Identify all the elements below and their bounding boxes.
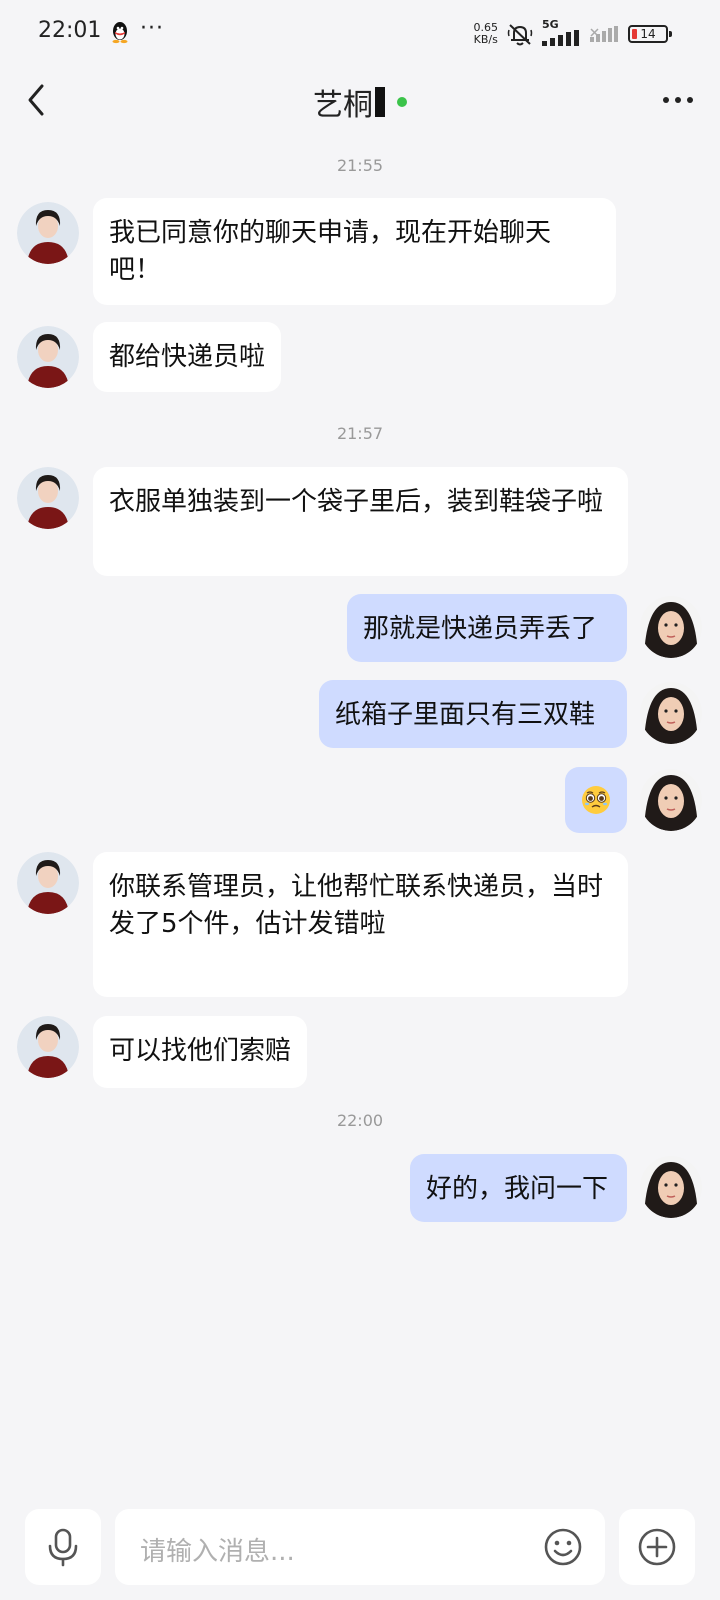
- more-horizontal-icon[interactable]: [658, 82, 698, 118]
- user-avatar[interactable]: [640, 1156, 702, 1218]
- microphone-icon: [48, 1528, 78, 1567]
- plus-circle-icon: [638, 1528, 676, 1566]
- user-avatar[interactable]: [640, 769, 702, 831]
- message-bubble-incoming[interactable]: 衣服单独装到一个袋子里后，装到鞋袋子啦: [93, 467, 628, 576]
- pleading-face-emoji: [582, 786, 610, 814]
- battery-level: 14: [640, 27, 656, 41]
- contact-avatar[interactable]: [17, 202, 79, 264]
- message-bubble-outgoing[interactable]: [565, 767, 627, 833]
- chat-title: 艺桐: [313, 88, 373, 123]
- message-bubble-incoming[interactable]: 你联系管理员，让他帮忙联系快递员，当时发了5个件，估计发错啦: [93, 852, 628, 997]
- network-speed-unit: KB/s: [473, 33, 498, 46]
- timestamp: 22:00: [336, 1111, 384, 1130]
- message-input[interactable]: 请输入消息...: [115, 1509, 605, 1585]
- bell-muted-icon: [507, 24, 533, 46]
- status-more: ···: [140, 16, 164, 41]
- network-speed: 0.65 KB/s: [474, 22, 499, 46]
- voice-input-button[interactable]: [25, 1509, 101, 1585]
- message-bubble-outgoing[interactable]: 纸箱子里面只有三双鞋: [319, 680, 627, 748]
- status-indicators: 0.65 KB/s 5G 14: [474, 18, 672, 48]
- title-badge-icon: [375, 87, 385, 117]
- contact-avatar[interactable]: [17, 467, 79, 529]
- message-input-bar: 请输入消息...: [0, 1506, 720, 1586]
- signal-sim2-icon: [590, 26, 618, 42]
- contact-avatar[interactable]: [17, 852, 79, 914]
- status-bar: 22:01 ··· 0.65 KB/s 5G 14: [0, 0, 720, 62]
- contact-avatar[interactable]: [17, 1016, 79, 1078]
- chat-header: 艺桐: [0, 70, 720, 132]
- message-bubble-outgoing[interactable]: 那就是快递员弄丢了: [347, 594, 627, 662]
- message-input-placeholder: 请输入消息...: [140, 1537, 295, 1567]
- chat-title-area: 艺桐: [0, 80, 720, 124]
- user-avatar[interactable]: [640, 596, 702, 658]
- message-bubble-outgoing[interactable]: 好的，我问一下: [410, 1154, 627, 1222]
- user-avatar[interactable]: [640, 682, 702, 744]
- contact-avatar[interactable]: [17, 326, 79, 388]
- battery-icon: 14: [628, 25, 672, 43]
- message-bubble-incoming[interactable]: 可以找他们索赔: [93, 1016, 308, 1088]
- add-attachment-button[interactable]: [619, 1509, 695, 1585]
- message-bubble-incoming[interactable]: 都给快递员啦: [93, 322, 282, 392]
- timestamp: 21:55: [336, 156, 384, 175]
- smile-icon[interactable]: [543, 1527, 583, 1567]
- qq-penguin-icon: [112, 22, 128, 44]
- timestamp: 21:57: [336, 424, 384, 443]
- status-time: 22:01: [38, 18, 102, 43]
- message-bubble-incoming[interactable]: 我已同意你的聊天申请，现在开始聊天吧！: [93, 198, 616, 305]
- signal-5g-icon: 5G: [542, 18, 582, 46]
- online-status-dot: [397, 97, 407, 107]
